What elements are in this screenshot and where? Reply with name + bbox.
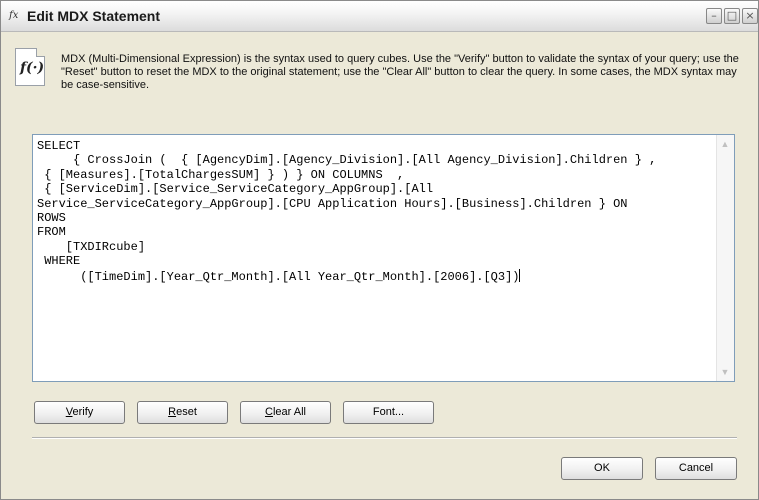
- cancel-button[interactable]: Cancel: [655, 457, 737, 480]
- maximize-button[interactable]: □: [724, 8, 740, 24]
- mdx-app-icon: fx: [9, 10, 19, 21]
- mdx-help-text: MDX (Multi-Dimensional Expression) is th…: [61, 53, 739, 91]
- mdx-editor[interactable]: SELECT { CrossJoin ( { [AgencyDim].[Agen…: [32, 134, 735, 382]
- clear-all-label: lear All: [272, 406, 306, 418]
- function-icon-label: f(·): [20, 60, 45, 76]
- function-document-icon: f(·): [15, 48, 45, 86]
- vertical-scrollbar[interactable]: ▲ ▼: [716, 135, 734, 381]
- mdx-statement-text[interactable]: SELECT { CrossJoin ( { [AgencyDim].[Agen…: [37, 139, 656, 284]
- reset-label: eset: [176, 406, 197, 418]
- separator: [32, 437, 737, 439]
- clear-all-mnemonic: C: [265, 406, 273, 418]
- font-button[interactable]: Font...: [343, 401, 434, 424]
- clear-all-button[interactable]: Clear All: [240, 401, 331, 424]
- scroll-up-arrow-icon[interactable]: ▲: [719, 137, 731, 151]
- ok-button[interactable]: OK: [561, 457, 643, 480]
- reset-mnemonic: R: [168, 406, 177, 418]
- minimize-button[interactable]: –: [706, 8, 722, 24]
- close-button[interactable]: ×: [742, 8, 758, 24]
- text-caret: [519, 268, 521, 282]
- scroll-down-arrow-icon[interactable]: ▼: [719, 365, 731, 379]
- dialog-title: Edit MDX Statement: [27, 8, 161, 24]
- verify-button[interactable]: Verify: [34, 401, 125, 424]
- title-bar[interactable]: fx Edit MDX Statement – □ ×: [1, 1, 758, 32]
- edit-mdx-dialog: fx Edit MDX Statement – □ × f(·) MDX (Mu…: [0, 0, 759, 500]
- verify-label: erify: [72, 406, 94, 418]
- reset-button[interactable]: Reset: [137, 401, 228, 424]
